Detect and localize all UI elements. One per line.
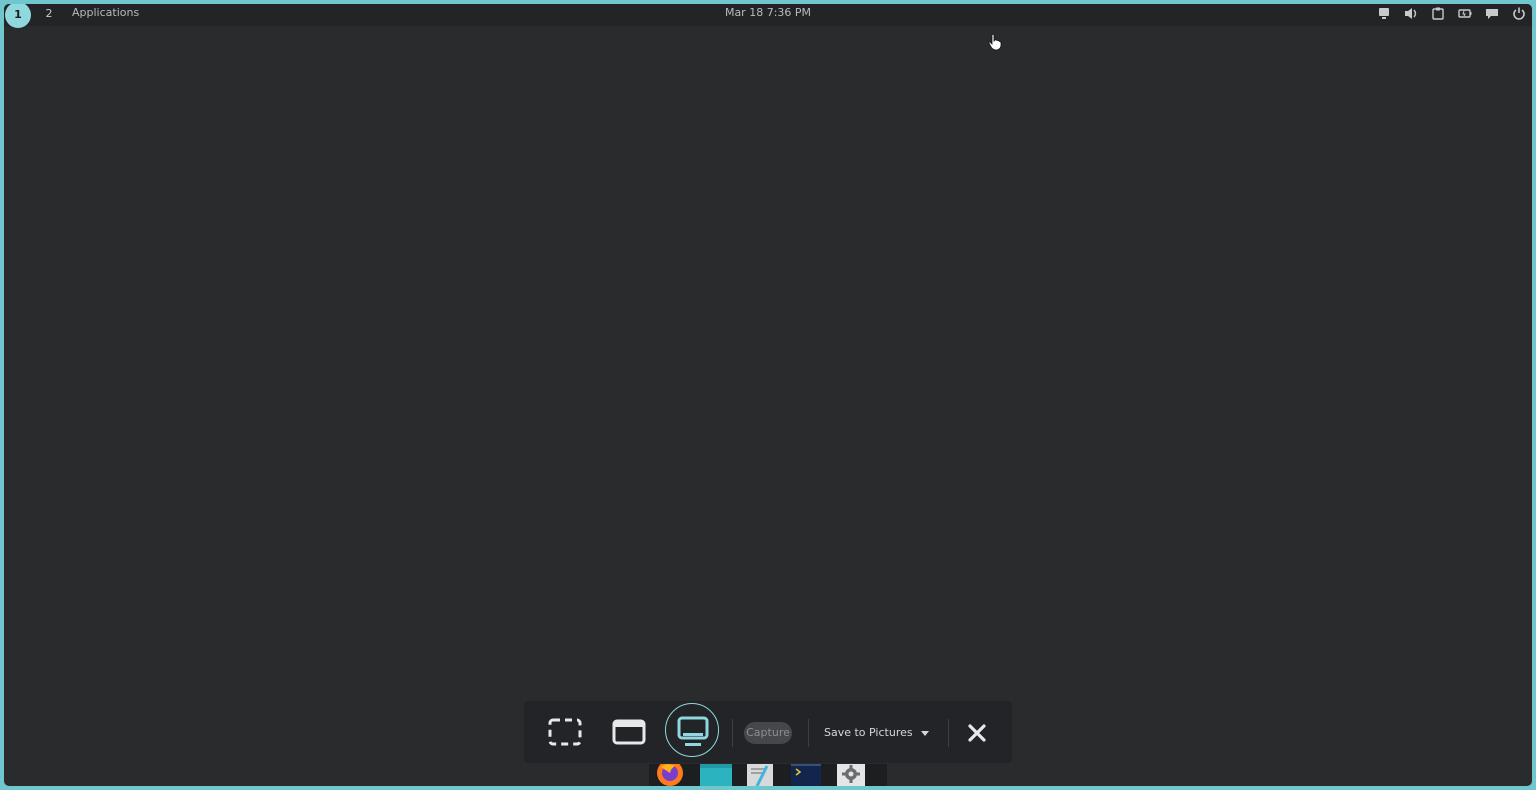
- dock: [649, 764, 887, 786]
- clock[interactable]: Mar 18 7:36 PM: [4, 4, 1532, 22]
- screenshot-toolbar: Capture Save to Pictures: [524, 701, 1012, 763]
- clipboard-icon[interactable]: [1431, 7, 1445, 20]
- active-ring: [665, 703, 719, 757]
- save-location-label: Save to Pictures: [824, 726, 913, 739]
- power-icon[interactable]: [1512, 7, 1526, 20]
- save-location-dropdown[interactable]: Save to Pictures: [824, 721, 929, 745]
- terminal-icon[interactable]: [788, 764, 822, 786]
- separator: [948, 719, 949, 747]
- capture-area-button[interactable]: [538, 707, 592, 757]
- capture-screen-button[interactable]: [665, 703, 720, 757]
- top-panel: 1 2 Applications Mar 18 7:36 PM: [4, 4, 1532, 28]
- files-icon[interactable]: [698, 764, 732, 786]
- desktop: 1 2 Applications Mar 18 7:36 PM Capture …: [4, 4, 1532, 786]
- settings-icon[interactable]: [833, 764, 867, 786]
- chevron-down-icon: [920, 730, 929, 736]
- close-icon: [968, 724, 986, 742]
- region-select-icon: [548, 718, 582, 746]
- separator: [732, 719, 733, 747]
- window-icon: [612, 719, 646, 745]
- capture-button[interactable]: Capture: [744, 722, 792, 744]
- volume-icon[interactable]: [1404, 7, 1418, 20]
- separator: [808, 719, 809, 747]
- notifications-icon[interactable]: [1485, 7, 1499, 20]
- firefox-icon[interactable]: [653, 764, 687, 786]
- battery-icon[interactable]: [1458, 7, 1472, 20]
- close-button[interactable]: [960, 716, 994, 750]
- display-icon[interactable]: [1377, 7, 1391, 20]
- capture-window-button[interactable]: [602, 707, 656, 757]
- text-editor-icon[interactable]: [743, 764, 777, 786]
- hand-cursor-icon: [988, 33, 1002, 51]
